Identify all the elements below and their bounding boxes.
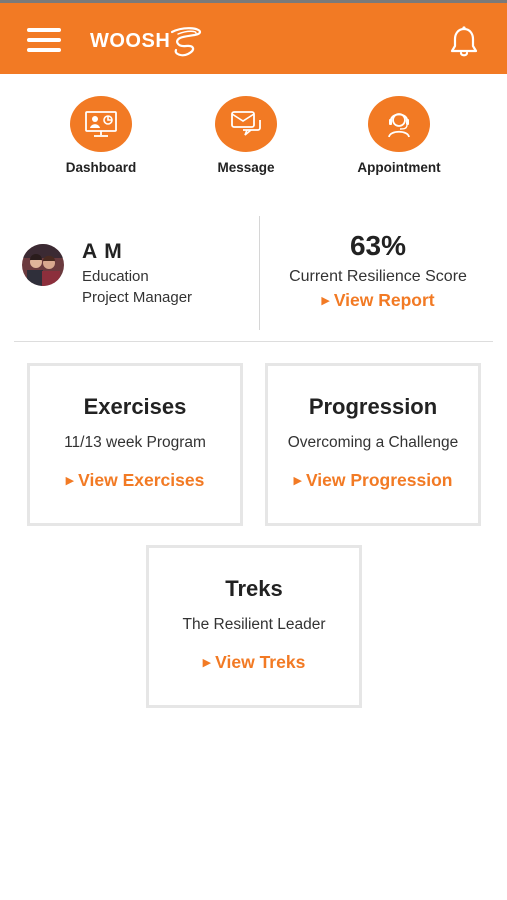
appointment-icon — [368, 96, 430, 152]
resilience-score-label: Current Resilience Score — [289, 268, 467, 285]
exercises-card[interactable]: Exercises 11/13 week Program ▶ View Exerc… — [27, 363, 243, 526]
treks-subtitle: The Resilient Leader — [182, 616, 326, 633]
view-treks-label: View Treks — [215, 652, 306, 672]
play-arrow-icon: ▶ — [202, 657, 212, 669]
view-progression-link[interactable]: ▶ View Progression — [293, 470, 452, 491]
bell-icon[interactable] — [448, 25, 480, 59]
view-treks-link[interactable]: ▶ View Treks — [203, 652, 306, 673]
exercises-title: Exercises — [83, 394, 187, 419]
view-exercises-link[interactable]: ▶ View Exercises — [66, 470, 205, 491]
progression-card[interactable]: Progression Overcoming a Challenge ▶ View… — [265, 363, 481, 526]
app-header: WOOSH — [0, 3, 507, 74]
vertical-divider — [259, 216, 260, 330]
exercises-subtitle: 11/13 week Program — [64, 434, 206, 451]
progression-title: Progression — [308, 394, 438, 419]
view-progression-label: View Progression — [305, 470, 453, 490]
profile-name: A M — [82, 240, 123, 263]
play-arrow-icon: ▶ — [293, 475, 302, 487]
dashboard-icon — [70, 96, 132, 152]
dashboard-button[interactable]: Dashboard — [26, 96, 176, 175]
resilience-score-value: 63% — [349, 230, 407, 261]
dashboard-label: Dashboard — [65, 160, 137, 175]
logo-text: WOOSH — [90, 29, 171, 52]
appointment-button[interactable]: Appointment — [324, 96, 474, 175]
profile-department: Education — [82, 268, 149, 285]
logo-swirl-icon — [171, 27, 202, 57]
view-report-label: View Report — [333, 290, 435, 310]
woosh-logo[interactable]: WOOSH — [90, 23, 204, 59]
play-arrow-icon: ▶ — [321, 295, 330, 307]
hamburger-menu-icon[interactable] — [27, 27, 63, 53]
message-label: Message — [217, 160, 275, 175]
play-arrow-icon: ▶ — [65, 475, 75, 487]
resilience-score-panel: 63% Current Resilience Score ▶ View Repor… — [263, 230, 493, 311]
progression-subtitle: Overcoming a Challenge — [287, 434, 459, 451]
treks-title: Treks — [225, 576, 283, 601]
appointment-label: Appointment — [357, 160, 441, 175]
avatar[interactable] — [22, 244, 64, 286]
horizontal-divider — [14, 341, 493, 342]
treks-card[interactable]: Treks The Resilient Leader ▶ View Treks — [146, 545, 362, 708]
message-button[interactable]: Message — [171, 96, 321, 175]
profile-role: Project Manager — [82, 289, 193, 306]
message-icon — [215, 96, 277, 152]
view-exercises-label: View Exercises — [78, 470, 205, 490]
view-report-link[interactable]: ▶ View Report — [321, 290, 434, 311]
